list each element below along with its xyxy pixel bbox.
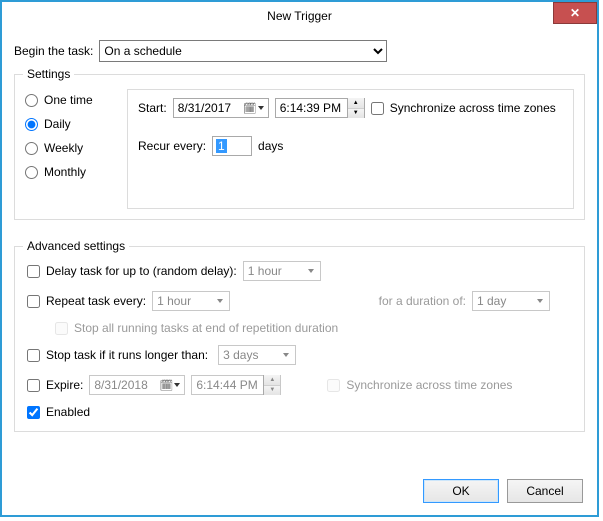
radio-one-time-label: One time bbox=[44, 93, 93, 107]
radio-one-time[interactable]: One time bbox=[25, 93, 115, 107]
recur-unit-label: days bbox=[258, 139, 283, 153]
start-label: Start: bbox=[138, 101, 167, 115]
radio-weekly-input[interactable] bbox=[25, 142, 38, 155]
radio-monthly-input[interactable] bbox=[25, 166, 38, 179]
chevron-down-icon bbox=[279, 346, 293, 364]
cancel-button-label: Cancel bbox=[526, 484, 563, 498]
duration-combo[interactable]: 1 day bbox=[472, 291, 550, 311]
titlebar: New Trigger ✕ bbox=[2, 2, 597, 30]
close-icon: ✕ bbox=[570, 6, 580, 20]
duration-label: for a duration of: bbox=[379, 294, 466, 308]
window-title: New Trigger bbox=[267, 9, 332, 23]
new-trigger-window: New Trigger ✕ Begin the task: On a sched… bbox=[0, 0, 599, 517]
settings-group: Settings One time Daily Weekly bbox=[14, 74, 585, 220]
expire-time-picker[interactable]: 6:14:44 PM ▲▼ bbox=[191, 375, 281, 395]
chevron-down-icon bbox=[533, 292, 547, 310]
expire-sync-tz-label: Synchronize across time zones bbox=[346, 378, 512, 392]
repeat-task-value: 1 hour bbox=[157, 294, 191, 308]
settings-group-title: Settings bbox=[23, 67, 74, 81]
expire-date-value: 8/31/2018 bbox=[94, 378, 147, 392]
advanced-settings-group: Advanced settings Delay task for up to (… bbox=[14, 246, 585, 432]
start-time-picker[interactable]: 6:14:39 PM ▲▼ bbox=[275, 98, 365, 118]
recur-days-value: 1 bbox=[216, 139, 227, 153]
radio-daily-input[interactable] bbox=[25, 118, 38, 131]
recur-label: Recur every: bbox=[138, 139, 206, 153]
start-date-picker[interactable]: 8/31/2017 🗓 bbox=[173, 98, 269, 118]
repeat-task-checkbox[interactable] bbox=[27, 295, 40, 308]
sync-timezones-checkbox[interactable] bbox=[371, 102, 384, 115]
begin-task-label: Begin the task: bbox=[14, 44, 93, 58]
stop-at-end-checkbox bbox=[55, 322, 68, 335]
begin-task-select[interactable]: On a schedule bbox=[99, 40, 387, 62]
stop-at-end-label: Stop all running tasks at end of repetit… bbox=[74, 321, 338, 335]
repeat-task-combo[interactable]: 1 hour bbox=[152, 291, 230, 311]
time-spinner[interactable]: ▲▼ bbox=[347, 98, 364, 118]
calendar-icon: 🗓 bbox=[159, 379, 180, 392]
delay-task-value: 1 hour bbox=[248, 264, 282, 278]
expire-date-picker[interactable]: 8/31/2018 🗓 bbox=[89, 375, 185, 395]
duration-value: 1 day bbox=[477, 294, 506, 308]
ok-button[interactable]: OK bbox=[423, 479, 499, 503]
radio-daily[interactable]: Daily bbox=[25, 117, 115, 131]
radio-one-time-input[interactable] bbox=[25, 94, 38, 107]
stop-long-value: 3 days bbox=[223, 348, 258, 362]
calendar-icon: 🗓 bbox=[243, 102, 264, 115]
radio-daily-label: Daily bbox=[44, 117, 71, 131]
radio-weekly-label: Weekly bbox=[44, 141, 83, 155]
sync-timezones-label: Synchronize across time zones bbox=[390, 101, 556, 115]
schedule-radio-group: One time Daily Weekly Monthly bbox=[25, 89, 115, 209]
radio-monthly-label: Monthly bbox=[44, 165, 86, 179]
delay-task-combo[interactable]: 1 hour bbox=[243, 261, 321, 281]
cancel-button[interactable]: Cancel bbox=[507, 479, 583, 503]
expire-label: Expire: bbox=[46, 378, 83, 392]
advanced-group-title: Advanced settings bbox=[23, 239, 129, 253]
time-spinner[interactable]: ▲▼ bbox=[263, 375, 280, 395]
close-button[interactable]: ✕ bbox=[553, 2, 597, 24]
stop-long-label: Stop task if it runs longer than: bbox=[46, 348, 208, 362]
start-time-value: 6:14:39 PM bbox=[280, 101, 347, 115]
enabled-checkbox[interactable] bbox=[27, 406, 40, 419]
chevron-down-icon bbox=[304, 262, 318, 280]
expire-time-value: 6:14:44 PM bbox=[196, 378, 263, 392]
delay-task-label: Delay task for up to (random delay): bbox=[46, 264, 237, 278]
repeat-task-label: Repeat task every: bbox=[46, 294, 146, 308]
radio-monthly[interactable]: Monthly bbox=[25, 165, 115, 179]
enabled-label: Enabled bbox=[46, 405, 90, 419]
stop-long-combo[interactable]: 3 days bbox=[218, 345, 296, 365]
begin-task-row: Begin the task: On a schedule bbox=[14, 40, 585, 62]
stop-long-checkbox[interactable] bbox=[27, 349, 40, 362]
settings-right-panel: Start: 8/31/2017 🗓 6:14:39 PM ▲▼ Synchro… bbox=[127, 89, 574, 209]
start-date-value: 8/31/2017 bbox=[178, 101, 231, 115]
ok-button-label: OK bbox=[452, 484, 469, 498]
delay-task-checkbox[interactable] bbox=[27, 265, 40, 278]
radio-weekly[interactable]: Weekly bbox=[25, 141, 115, 155]
chevron-down-icon bbox=[213, 292, 227, 310]
expire-checkbox[interactable] bbox=[27, 379, 40, 392]
expire-sync-tz-checkbox bbox=[327, 379, 340, 392]
dialog-footer: OK Cancel bbox=[423, 479, 583, 503]
recur-days-input[interactable]: 1 bbox=[212, 136, 252, 156]
